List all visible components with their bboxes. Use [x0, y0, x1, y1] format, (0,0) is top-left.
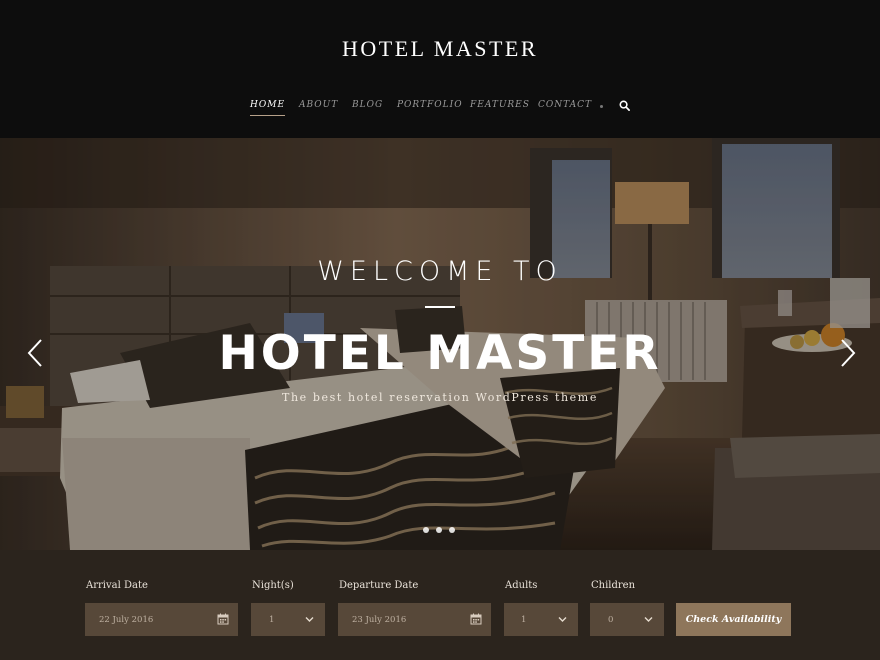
hero-welcome-text: WELCOME TO	[317, 256, 563, 287]
nights-select[interactable]: 1	[251, 603, 325, 636]
hero-title: HOTEL MASTER	[218, 326, 662, 381]
calendar-icon	[217, 613, 229, 625]
children-label: Children	[591, 580, 636, 591]
adults-value: 1	[521, 615, 527, 625]
site-logo[interactable]: HOTEL MASTER	[0, 36, 880, 62]
nav-contact[interactable]: CONTACT	[538, 100, 592, 110]
nights-value: 1	[269, 615, 275, 625]
arrival-date-value: 22 July 2016	[99, 615, 154, 625]
adults-select[interactable]: 1	[504, 603, 578, 636]
nav-features[interactable]: FEATURES	[470, 100, 530, 110]
nights-label: Night(s)	[252, 580, 294, 591]
slider-dot-2[interactable]	[436, 527, 442, 533]
chevron-down-icon	[644, 617, 653, 622]
arrival-date-label: Arrival Date	[86, 580, 148, 591]
departure-date-field[interactable]: 23 July 2016	[338, 603, 491, 636]
adults-label: Adults	[505, 580, 538, 591]
departure-date-label: Departure Date	[339, 580, 419, 591]
arrival-date-field[interactable]: 22 July 2016	[85, 603, 238, 636]
search-icon[interactable]	[619, 100, 630, 111]
nav-separator-dot	[600, 105, 603, 108]
slider-next-arrow-icon[interactable]	[837, 338, 857, 368]
slider-dot-1[interactable]	[423, 527, 429, 533]
children-value: 0	[608, 615, 614, 625]
chevron-down-icon	[558, 617, 567, 622]
children-select[interactable]: 0	[590, 603, 664, 636]
nav-home[interactable]: HOME	[250, 100, 286, 116]
departure-date-value: 23 July 2016	[352, 615, 407, 625]
slider-prev-arrow-icon[interactable]	[26, 338, 46, 368]
nav-portfolio[interactable]: PORTFOLIO	[397, 100, 463, 110]
hero-slider: WELCOME TO HOTEL MASTER The best hotel r…	[0, 138, 880, 550]
nav-about[interactable]: ABOUT	[299, 100, 338, 110]
calendar-icon	[470, 613, 482, 625]
slider-dot-3[interactable]	[449, 527, 455, 533]
hero-divider	[425, 306, 455, 308]
chevron-down-icon	[305, 617, 314, 622]
main-nav: HOME ABOUT BLOG PORTFOLIO FEATURES CONTA…	[0, 100, 880, 116]
check-availability-button[interactable]: Check Availability	[676, 603, 791, 636]
nav-blog[interactable]: BLOG	[352, 100, 383, 110]
booking-form: Arrival Date Night(s) Departure Date Adu…	[0, 550, 880, 660]
site-header: HOTEL MASTER HOME ABOUT BLOG PORTFOLIO F…	[0, 0, 880, 138]
hero-subtitle: The best hotel reservation WordPress the…	[282, 391, 598, 404]
